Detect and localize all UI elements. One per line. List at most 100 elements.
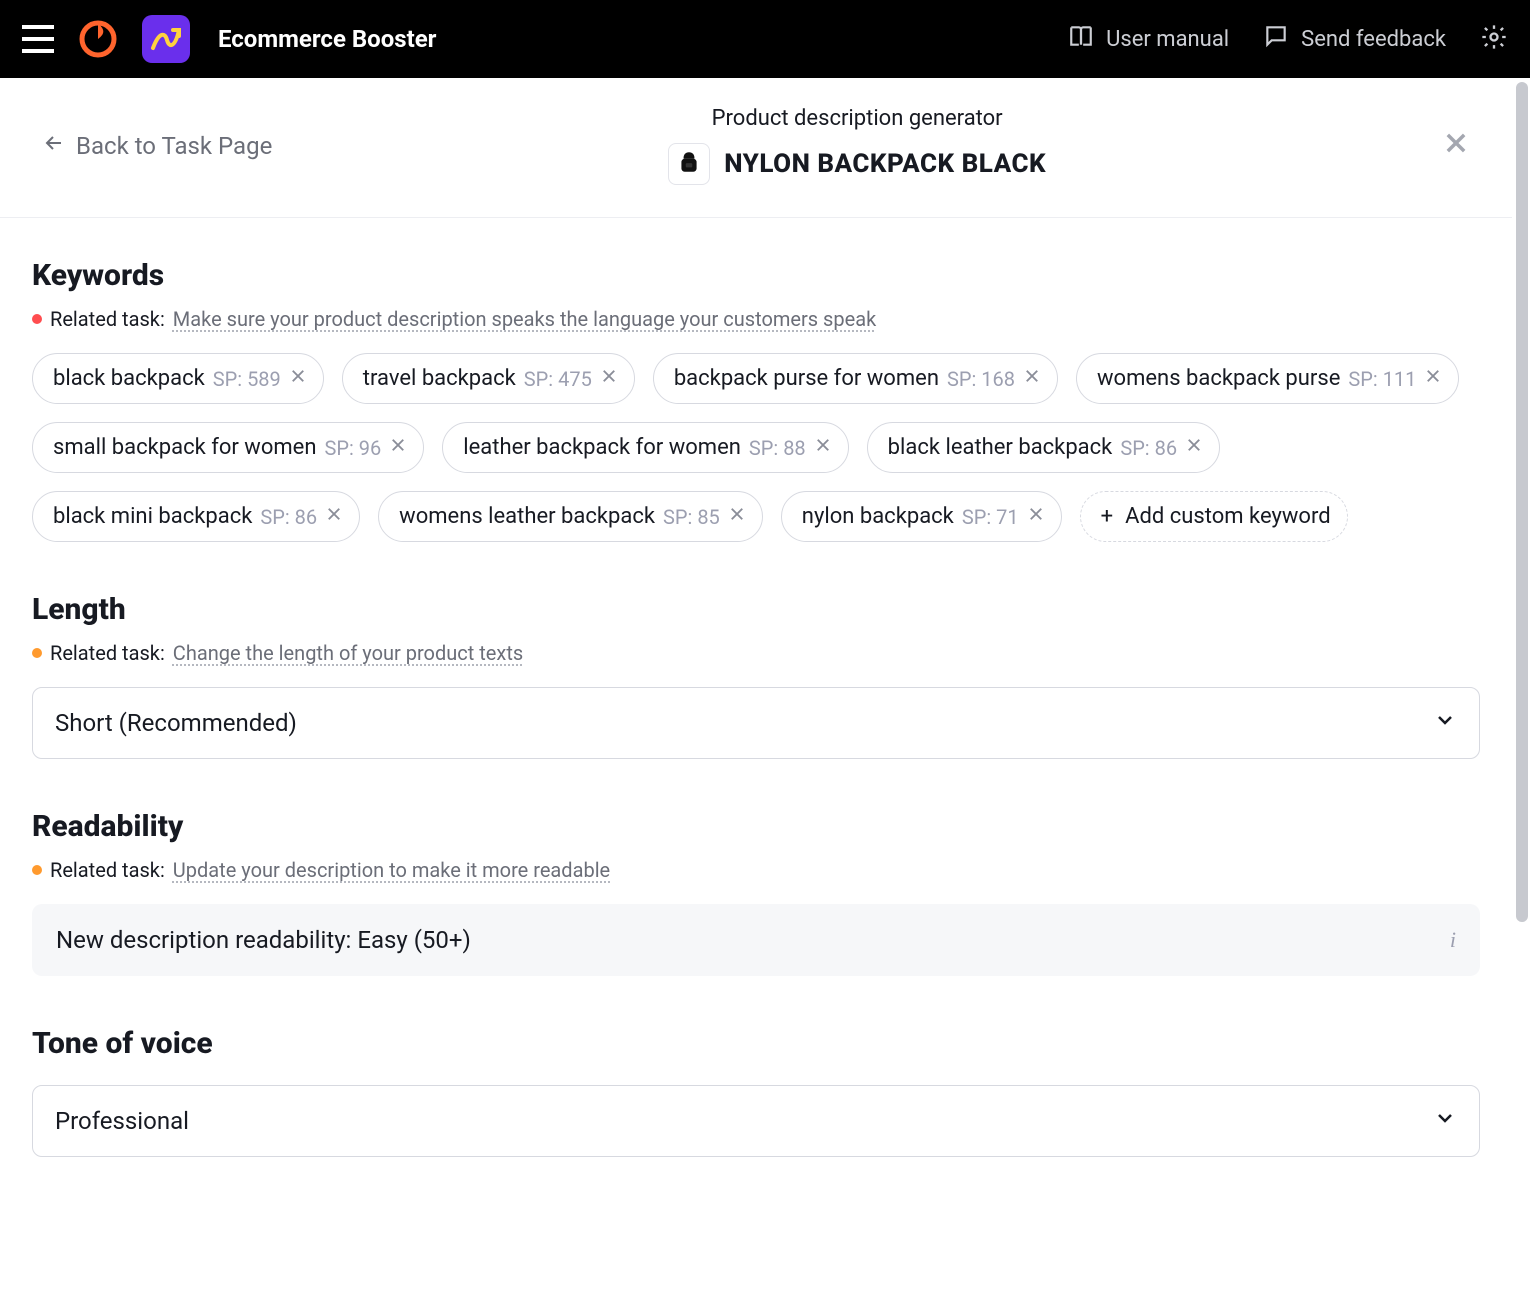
page-wrapper: Back to Task Page Product description ge… — [0, 78, 1530, 1300]
remove-keyword-button[interactable] — [1023, 366, 1041, 391]
settings-button[interactable] — [1480, 23, 1508, 55]
remove-keyword-button[interactable] — [389, 435, 407, 460]
length-related-row: Related task: Change the length of your … — [32, 641, 1480, 665]
keyword-sp: SP: 111 — [1348, 367, 1416, 391]
keyword-sp: SP: 96 — [325, 436, 382, 460]
backpack-icon — [676, 149, 702, 179]
scrollbar-thumb[interactable] — [1516, 82, 1528, 922]
tone-selected-value: Professional — [55, 1107, 189, 1135]
topbar-left: Ecommerce Booster — [22, 15, 436, 63]
close-button[interactable] — [1442, 129, 1470, 163]
close-icon — [728, 504, 746, 529]
remove-keyword-button[interactable] — [1027, 504, 1045, 529]
remove-keyword-button[interactable] — [600, 366, 618, 391]
keyword-sp: SP: 71 — [962, 505, 1019, 529]
book-icon — [1068, 23, 1094, 55]
chat-icon — [1263, 23, 1289, 55]
keyword-chip: womens leather backpackSP: 85 — [378, 491, 763, 542]
add-keyword-button[interactable]: +Add custom keyword — [1080, 491, 1348, 542]
app-title: Ecommerce Booster — [218, 25, 436, 53]
close-icon — [1424, 366, 1442, 391]
priority-dot-icon — [32, 314, 42, 324]
keyword-text: womens backpack purse — [1097, 366, 1340, 391]
readability-related-link[interactable]: Update your description to make it more … — [173, 858, 610, 882]
page-header: Back to Task Page Product description ge… — [0, 78, 1512, 218]
keyword-sp: SP: 85 — [663, 505, 720, 529]
semrush-logo-icon — [76, 17, 120, 61]
chevron-down-icon — [1433, 708, 1457, 738]
close-icon — [1023, 366, 1041, 391]
keyword-sp: SP: 86 — [260, 505, 317, 529]
related-prefix: Related task: — [50, 641, 165, 665]
length-selected-value: Short (Recommended) — [55, 709, 297, 737]
keywords-title: Keywords — [32, 258, 1480, 293]
keyword-chips: black backpackSP: 589 travel backpack SP: … — [32, 353, 1480, 542]
keyword-text: black mini backpack — [53, 504, 252, 529]
remove-keyword-button[interactable] — [325, 504, 343, 529]
length-select[interactable]: Short (Recommended) — [32, 687, 1480, 759]
keyword-chip: small backpack for womenSP: 96 — [32, 422, 424, 473]
remove-keyword-button[interactable] — [728, 504, 746, 529]
page-scroll: Back to Task Page Product description ge… — [0, 78, 1512, 1300]
app-logo-icon — [142, 15, 190, 63]
remove-keyword-button[interactable] — [289, 366, 307, 391]
topbar: Ecommerce Booster User manual Send feedb… — [0, 0, 1530, 78]
scrollbar[interactable] — [1512, 78, 1530, 1300]
remove-keyword-button[interactable] — [1185, 435, 1203, 460]
keyword-text: black leather backpack — [888, 435, 1113, 460]
close-icon — [814, 435, 832, 460]
product-name: NYLON BACKPACK BLACK — [724, 149, 1046, 179]
menu-icon[interactable] — [22, 25, 54, 53]
close-icon — [1027, 504, 1045, 529]
keyword-text: nylon backpack — [802, 504, 954, 529]
keyword-text: travel backpack — [363, 366, 516, 391]
keyword-sp: SP: 475 — [524, 367, 592, 391]
readability-info-text: New description readability: Easy (50+) — [56, 926, 471, 954]
keyword-chip: travel backpack SP: 475 — [342, 353, 635, 404]
readability-related-row: Related task: Update your description to… — [32, 858, 1480, 882]
info-icon[interactable]: i — [1450, 927, 1456, 953]
content: Keywords Related task: Make sure your pr… — [0, 218, 1512, 1227]
keyword-text: backpack purse for women — [674, 366, 939, 391]
back-label: Back to Task Page — [76, 132, 272, 160]
close-icon — [1185, 435, 1203, 460]
close-icon — [325, 504, 343, 529]
remove-keyword-button[interactable] — [814, 435, 832, 460]
keywords-related-link[interactable]: Make sure your product description speak… — [173, 307, 876, 331]
keyword-chip: black backpackSP: 589 — [32, 353, 324, 404]
tone-select[interactable]: Professional — [32, 1085, 1480, 1157]
readability-info: New description readability: Easy (50+) … — [32, 904, 1480, 976]
priority-dot-icon — [32, 865, 42, 875]
close-icon — [600, 366, 618, 391]
keyword-chip: leather backpack for women SP: 88 — [442, 422, 848, 473]
user-manual-label: User manual — [1106, 27, 1229, 52]
length-related-link[interactable]: Change the length of your product texts — [173, 641, 523, 665]
send-feedback-label: Send feedback — [1301, 27, 1446, 52]
keyword-text: leather backpack for women — [463, 435, 741, 460]
keyword-sp: SP: 88 — [749, 436, 806, 460]
header-center: Product description generator NYLON BACK… — [668, 106, 1046, 185]
keyword-chip: womens backpack purse SP: 111 — [1076, 353, 1459, 404]
arrow-left-icon — [42, 131, 66, 161]
keyword-text: black backpack — [53, 366, 205, 391]
topbar-right: User manual Send feedback — [1068, 23, 1508, 55]
length-title: Length — [32, 592, 1480, 627]
readability-title: Readability — [32, 809, 1480, 844]
add-keyword-label: Add custom keyword — [1125, 504, 1331, 529]
send-feedback-link[interactable]: Send feedback — [1263, 23, 1446, 55]
gear-icon — [1480, 36, 1508, 55]
keyword-sp: SP: 168 — [947, 367, 1015, 391]
close-icon — [1442, 135, 1470, 163]
back-to-task-link[interactable]: Back to Task Page — [42, 131, 272, 161]
page-subtitle: Product description generator — [712, 106, 1003, 131]
user-manual-link[interactable]: User manual — [1068, 23, 1229, 55]
tone-title: Tone of voice — [32, 1026, 1480, 1061]
keyword-chip: backpack purse for women SP: 168 — [653, 353, 1058, 404]
keyword-sp: SP: 86 — [1120, 436, 1177, 460]
remove-keyword-button[interactable] — [1424, 366, 1442, 391]
keyword-chip: black mini backpack SP: 86 — [32, 491, 360, 542]
related-prefix: Related task: — [50, 307, 165, 331]
header-title-row: NYLON BACKPACK BLACK — [668, 143, 1046, 185]
keyword-chip: black leather backpack SP: 86 — [867, 422, 1220, 473]
close-icon — [389, 435, 407, 460]
